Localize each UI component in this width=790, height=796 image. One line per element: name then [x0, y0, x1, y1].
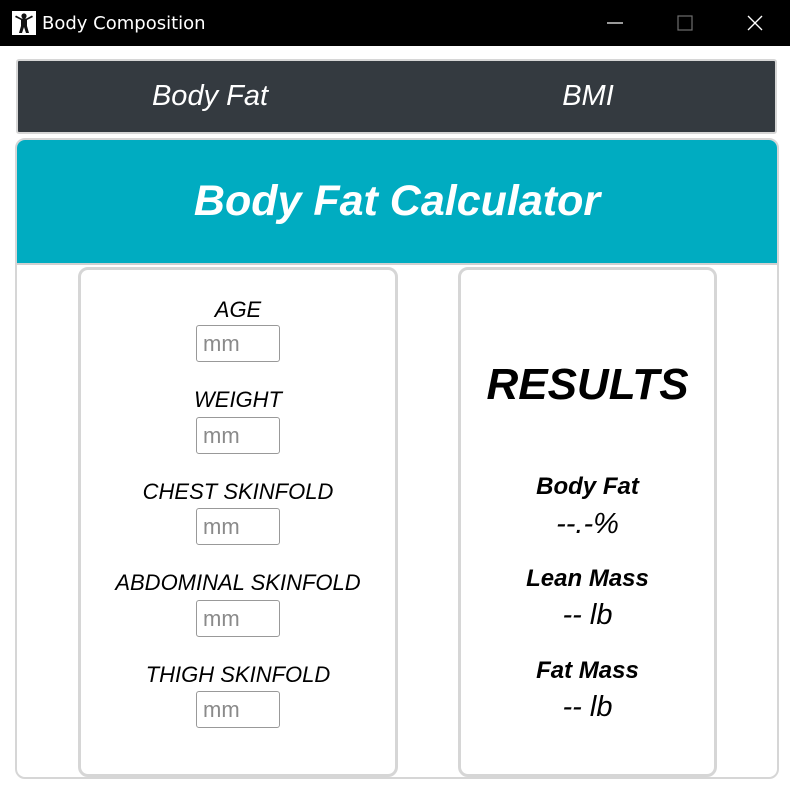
- minimize-icon: [607, 22, 623, 24]
- abdominal-skinfold-input[interactable]: [196, 600, 280, 637]
- fat-mass-result-value: -- lb: [562, 691, 613, 723]
- results-panel: RESULTS Body Fat --.-% Lean Mass -- lb F…: [458, 267, 717, 777]
- calculator-header: Body Fat Calculator: [17, 140, 777, 265]
- body-fat-result-label: Body Fat: [536, 473, 639, 500]
- chest-skinfold-label: CHEST SKINFOLD: [142, 479, 334, 504]
- chest-skinfold-input[interactable]: [196, 508, 280, 545]
- calculator-card: Body Fat Calculator AGE WEIGHT CHEST SKI…: [15, 138, 779, 779]
- maximize-button[interactable]: [650, 0, 720, 46]
- lean-mass-result-value: -- lb: [562, 599, 613, 631]
- body-fat-result-value: --.-%: [556, 508, 619, 540]
- maximize-icon: [677, 15, 693, 31]
- abdominal-skinfold-label: ABDOMINAL SKINFOLD: [115, 570, 361, 595]
- age-input[interactable]: [196, 325, 280, 362]
- calculator-title: Body Fat Calculator: [193, 177, 601, 225]
- window-title-bar: Body Composition: [0, 0, 790, 46]
- inputs-panel: AGE WEIGHT CHEST SKINFOLD ABDOMINAL SKIN…: [78, 267, 398, 777]
- minimize-button[interactable]: [580, 0, 650, 46]
- nav-bar: Body Fat BMI: [16, 59, 777, 134]
- thigh-skinfold-label: THIGH SKINFOLD: [145, 662, 331, 687]
- lean-mass-result-label: Lean Mass: [526, 565, 649, 592]
- window-title: Body Composition: [42, 13, 206, 34]
- tab-body-fat[interactable]: Body Fat: [110, 61, 310, 132]
- results-title: RESULTS: [486, 360, 689, 409]
- weight-label: WEIGHT: [194, 387, 282, 412]
- thigh-skinfold-input[interactable]: [196, 691, 280, 728]
- close-icon: [747, 15, 763, 31]
- fat-mass-result-label: Fat Mass: [536, 657, 639, 684]
- tab-bmi[interactable]: BMI: [518, 61, 658, 132]
- weight-input[interactable]: [196, 417, 280, 454]
- close-button[interactable]: [720, 0, 790, 46]
- person-figure-icon: [12, 11, 36, 35]
- age-label: AGE: [214, 297, 262, 322]
